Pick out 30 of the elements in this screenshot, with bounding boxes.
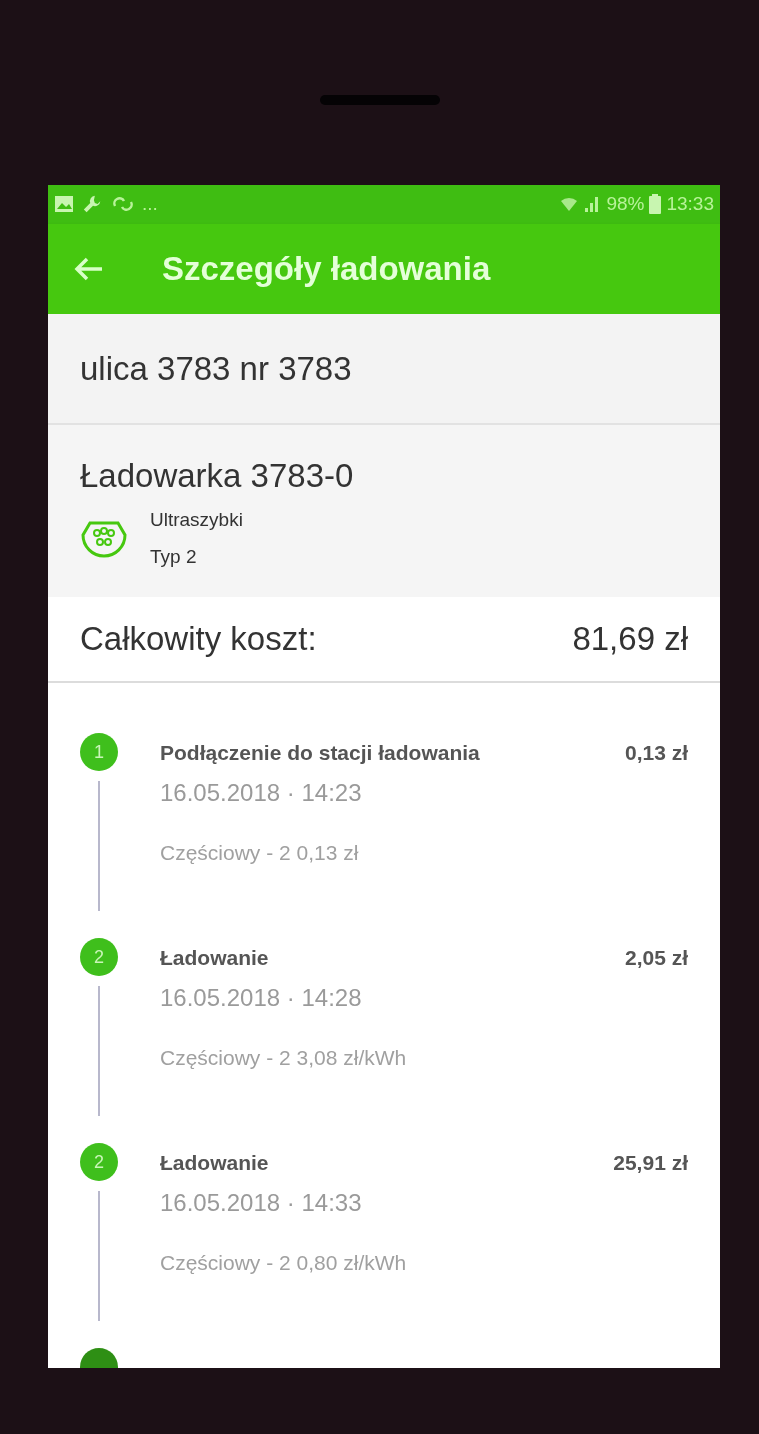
- toolbar-title: Szczegóły ładowania: [162, 248, 491, 289]
- step-title: Podłączenie do stacji ładowania: [160, 740, 480, 766]
- step-amount: 2,05 zł: [624, 945, 688, 971]
- charger-speed: Ultraszybki: [150, 508, 243, 533]
- step-datetime: 16.05.2018 · 14:23: [160, 777, 363, 808]
- charger-name: Ładowarka 3783-0: [80, 455, 355, 496]
- battery-icon: [649, 194, 662, 215]
- step-detail: Częściowy - 2 0,80 zł/kWh: [160, 1249, 408, 1276]
- step-amount: 25,91 zł: [613, 1150, 688, 1176]
- step-detail: Częściowy - 2 3,08 zł/kWh: [160, 1044, 408, 1071]
- battery-percentage: 98%: [606, 192, 645, 217]
- image-icon: [54, 195, 74, 214]
- more-notifications: ...: [142, 192, 158, 217]
- total-cost-label: Całkowity koszt:: [80, 619, 317, 660]
- step-datetime: 16.05.2018 · 14:33: [160, 1187, 363, 1218]
- step-amount: 0,13 zł: [624, 740, 688, 766]
- step-number-badge: 2: [80, 938, 118, 976]
- step-number-badge: 1: [80, 733, 118, 771]
- step-number-badge: 2: [80, 1143, 118, 1181]
- step-title: Ładowanie: [160, 945, 269, 971]
- station-address: ulica 3783 nr 3783: [80, 348, 352, 389]
- connector-icon: [80, 519, 128, 558]
- status-time: 13:33: [666, 192, 714, 217]
- total-cost-value: 81,69 zł: [572, 619, 688, 660]
- back-arrow-icon[interactable]: [74, 255, 104, 282]
- connector-type: Typ 2: [150, 544, 198, 569]
- wifi-icon: [560, 196, 579, 213]
- step-detail: Częściowy - 2 0,13 zł: [160, 839, 360, 866]
- step-title: Ładowanie: [160, 1150, 269, 1176]
- step-datetime: 16.05.2018 · 14:28: [160, 982, 363, 1013]
